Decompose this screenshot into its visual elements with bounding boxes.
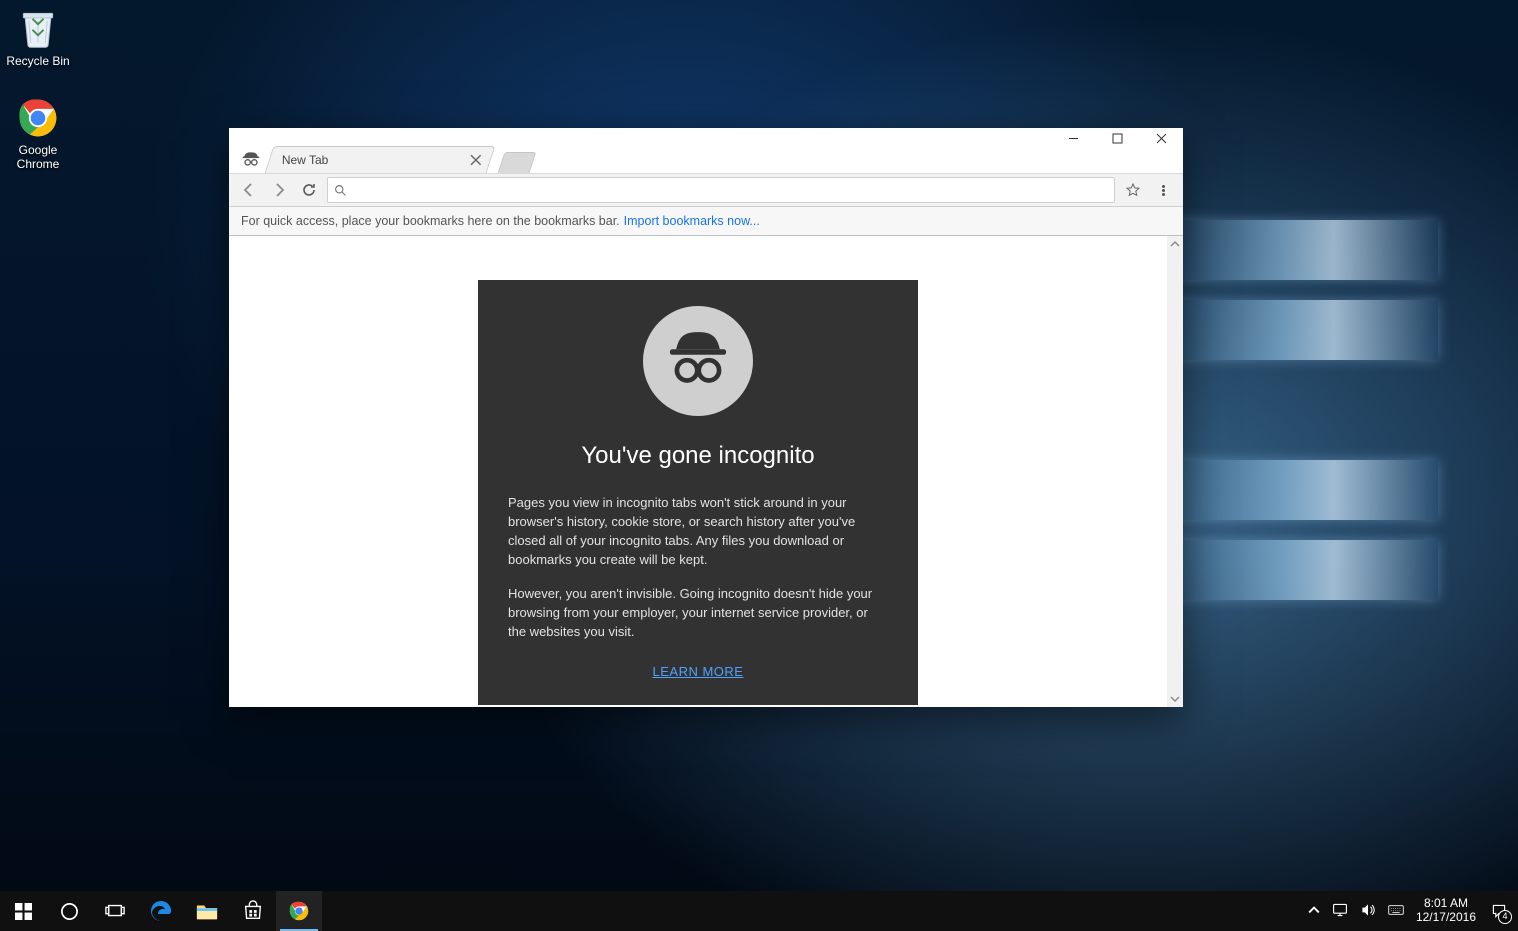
search-icon (334, 184, 347, 197)
browser-menu-button[interactable] (1151, 178, 1175, 202)
back-button[interactable] (237, 178, 261, 202)
taskbar-app-chrome[interactable] (276, 891, 322, 931)
folder-icon (196, 901, 218, 921)
system-tray: 8:01 AM 12/17/2016 4 (1300, 891, 1518, 931)
tab-strip: New Tab (229, 145, 1183, 173)
desktop-icon-google-chrome[interactable]: Google Chrome (0, 96, 76, 172)
tab-title: New Tab (282, 153, 328, 167)
bookmarks-hint-text: For quick access, place your bookmarks h… (241, 214, 620, 228)
store-icon (242, 900, 264, 922)
tray-input-indicator[interactable] (1388, 902, 1404, 921)
chrome-icon (288, 900, 310, 922)
bookmark-star-icon[interactable] (1125, 182, 1141, 198)
taskbar-clock[interactable]: 8:01 AM 12/17/2016 (1416, 897, 1476, 925)
windows-logo-icon (15, 903, 32, 920)
window-controls (1051, 124, 1183, 152)
reload-icon (301, 182, 317, 198)
browser-tab[interactable]: New Tab (265, 146, 496, 173)
clock-time: 8:01 AM (1416, 897, 1476, 911)
new-tab-button[interactable] (498, 152, 537, 173)
learn-more-link[interactable]: LEARN MORE (508, 664, 888, 679)
reload-button[interactable] (297, 178, 321, 202)
wallpaper-glow (1178, 160, 1518, 760)
clock-date: 12/17/2016 (1416, 911, 1476, 925)
scroll-down-icon[interactable] (1167, 691, 1183, 707)
taskbar: 8:01 AM 12/17/2016 4 (0, 891, 1518, 931)
recycle-bin-icon (16, 6, 60, 50)
edge-icon (149, 899, 173, 923)
desktop-icon-recycle-bin[interactable]: Recycle Bin (0, 6, 76, 68)
import-bookmarks-link[interactable]: Import bookmarks now... (624, 214, 760, 228)
scrollbar-track[interactable] (1167, 252, 1183, 691)
desktop-icon-label: Recycle Bin (0, 54, 76, 68)
action-center-button[interactable]: 4 (1488, 900, 1510, 922)
tray-volume-button[interactable] (1360, 902, 1376, 921)
vertical-scrollbar[interactable] (1167, 236, 1183, 707)
speaker-icon (1360, 902, 1376, 918)
notification-count-badge: 4 (1498, 910, 1512, 924)
taskbar-app-store[interactable] (230, 891, 276, 931)
keyboard-icon (1388, 902, 1404, 918)
task-view-icon (105, 903, 125, 919)
chrome-window: New Tab (229, 128, 1183, 707)
arrow-right-icon (271, 182, 287, 198)
bookmarks-bar: For quick access, place your bookmarks h… (229, 207, 1183, 236)
tab-close-icon[interactable] (470, 154, 482, 166)
window-maximize-button[interactable] (1095, 124, 1139, 152)
cortana-button[interactable] (46, 891, 92, 931)
window-minimize-button[interactable] (1051, 124, 1095, 152)
tray-overflow-button[interactable] (1308, 904, 1320, 919)
window-close-button[interactable] (1139, 124, 1183, 152)
forward-button[interactable] (267, 178, 291, 202)
address-bar[interactable] (327, 177, 1115, 203)
taskbar-spacer (322, 891, 1300, 931)
incognito-paragraph-1: Pages you view in incognito tabs won't s… (508, 494, 888, 569)
incognito-indicator-icon (241, 149, 261, 169)
kebab-menu-icon (1162, 184, 1165, 197)
browser-toolbar (229, 173, 1183, 207)
tray-network-button[interactable] (1332, 902, 1348, 921)
desktop-icon-label: Google Chrome (0, 144, 76, 172)
incognito-icon (643, 306, 753, 416)
cortana-circle-icon (60, 902, 79, 921)
page-content: You've gone incognito Pages you view in … (229, 236, 1183, 707)
incognito-title: You've gone incognito (508, 442, 888, 470)
task-view-button[interactable] (92, 891, 138, 931)
incognito-card: You've gone incognito Pages you view in … (478, 280, 918, 705)
window-titlebar[interactable] (229, 128, 1183, 145)
chevron-up-icon (1308, 904, 1320, 916)
address-input[interactable] (353, 179, 1108, 201)
taskbar-app-file-explorer[interactable] (184, 891, 230, 931)
incognito-paragraph-2: However, you aren't invisible. Going inc… (508, 585, 888, 642)
start-button[interactable] (0, 891, 46, 931)
scroll-up-icon[interactable] (1167, 236, 1183, 252)
monitor-icon (1332, 902, 1348, 918)
taskbar-app-edge[interactable] (138, 891, 184, 931)
chrome-icon (16, 96, 60, 140)
arrow-left-icon (241, 182, 257, 198)
